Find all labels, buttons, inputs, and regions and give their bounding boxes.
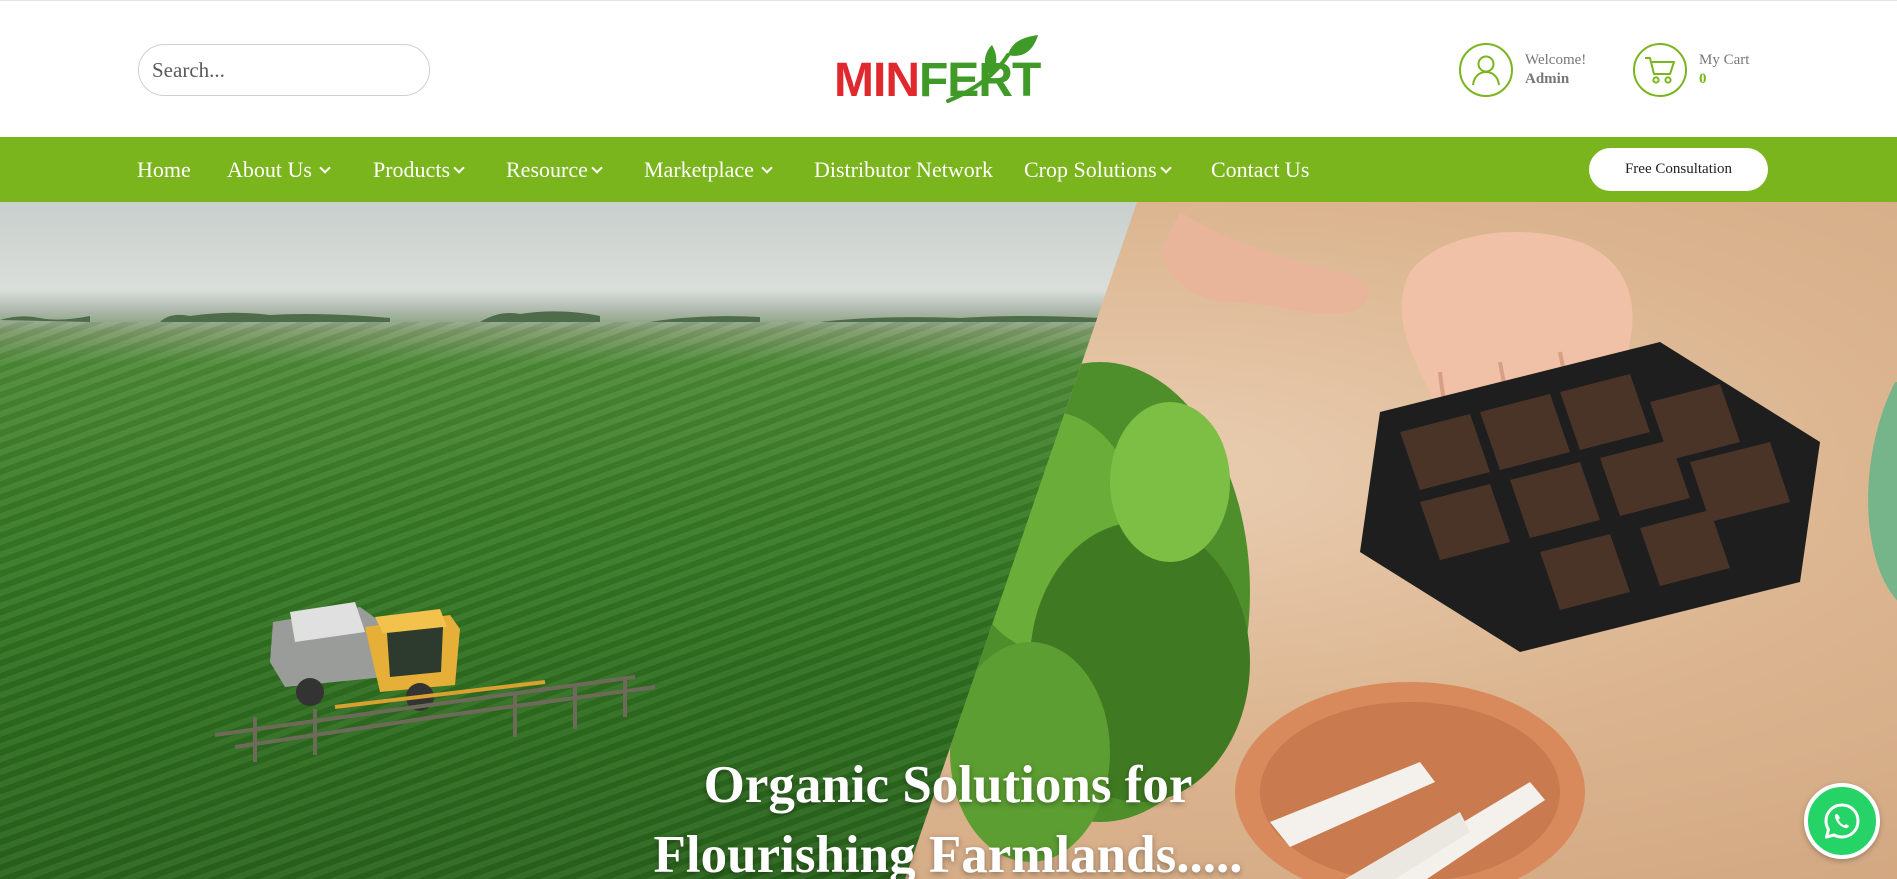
free-consultation-button[interactable]: Free Consultation (1589, 148, 1768, 191)
nav-label: Home (137, 157, 191, 182)
nav-item-about-us[interactable]: About Us (227, 137, 331, 202)
nav-item-crop-solutions[interactable]: Crop Solutions (1024, 137, 1172, 202)
nav-label: Resource (506, 157, 588, 182)
search-box[interactable] (138, 44, 430, 96)
account-link[interactable]: Welcome! Admin (1459, 43, 1599, 97)
nav-item-resource[interactable]: Resource (506, 137, 603, 202)
nav-item-contact-us[interactable]: Contact Us (1211, 137, 1309, 202)
site-logo[interactable]: MINFERT (834, 35, 1054, 105)
welcome-label: Welcome! (1525, 52, 1587, 68)
cart-icon (1633, 43, 1687, 97)
nav-label: Products (373, 157, 450, 182)
hero-title-line-1: Organic Solutions for (703, 756, 1193, 814)
chevron-down-icon (591, 162, 603, 174)
chevron-down-icon (1159, 162, 1172, 174)
account-text: Welcome! Admin (1525, 51, 1586, 89)
nav-item-marketplace[interactable]: Marketplace (644, 137, 773, 202)
hero-title: Organic Solutions for Flourishing Farmla… (548, 750, 1348, 879)
chevron-down-icon (453, 162, 465, 174)
nav-label: Crop Solutions (1024, 157, 1157, 182)
nav-item-distributor-network[interactable]: Distributor Network (814, 137, 993, 202)
hero-banner: Organic Solutions for Flourishing Farmla… (0, 202, 1897, 879)
seedling-tray-graphic (1360, 342, 1820, 652)
cart-link[interactable]: My Cart 0 (1633, 43, 1773, 97)
nav-label: About Us (227, 157, 312, 182)
tractor-graphic (215, 602, 656, 762)
cart-label: My Cart (1699, 52, 1750, 68)
nav-label: Distributor Network (814, 157, 994, 182)
whatsapp-chat-button[interactable] (1804, 783, 1880, 859)
trowel-graphic (1868, 382, 1897, 608)
chevron-down-icon (761, 162, 773, 174)
hero-title-line-2: Flourishing Farmlands..... (653, 826, 1243, 879)
cart-count: 0 (1699, 71, 1707, 87)
search-input[interactable] (139, 45, 429, 95)
nav-label: Contact Us (1211, 157, 1310, 182)
logo-text-min: MIN (834, 54, 920, 107)
site-header: MINFERT Welcome! Admin M (0, 0, 1897, 137)
cart-text: My Cart 0 (1699, 51, 1749, 89)
nav-item-products[interactable]: Products (373, 137, 465, 202)
nav-item-home[interactable]: Home (137, 137, 191, 202)
leaf-icon (946, 35, 1038, 103)
user-icon (1459, 43, 1513, 97)
nav-label: Marketplace (644, 157, 754, 182)
chevron-down-icon (319, 162, 331, 174)
whatsapp-icon (1824, 803, 1860, 839)
user-name: Admin (1525, 71, 1570, 87)
treeline-graphic (0, 311, 1100, 322)
